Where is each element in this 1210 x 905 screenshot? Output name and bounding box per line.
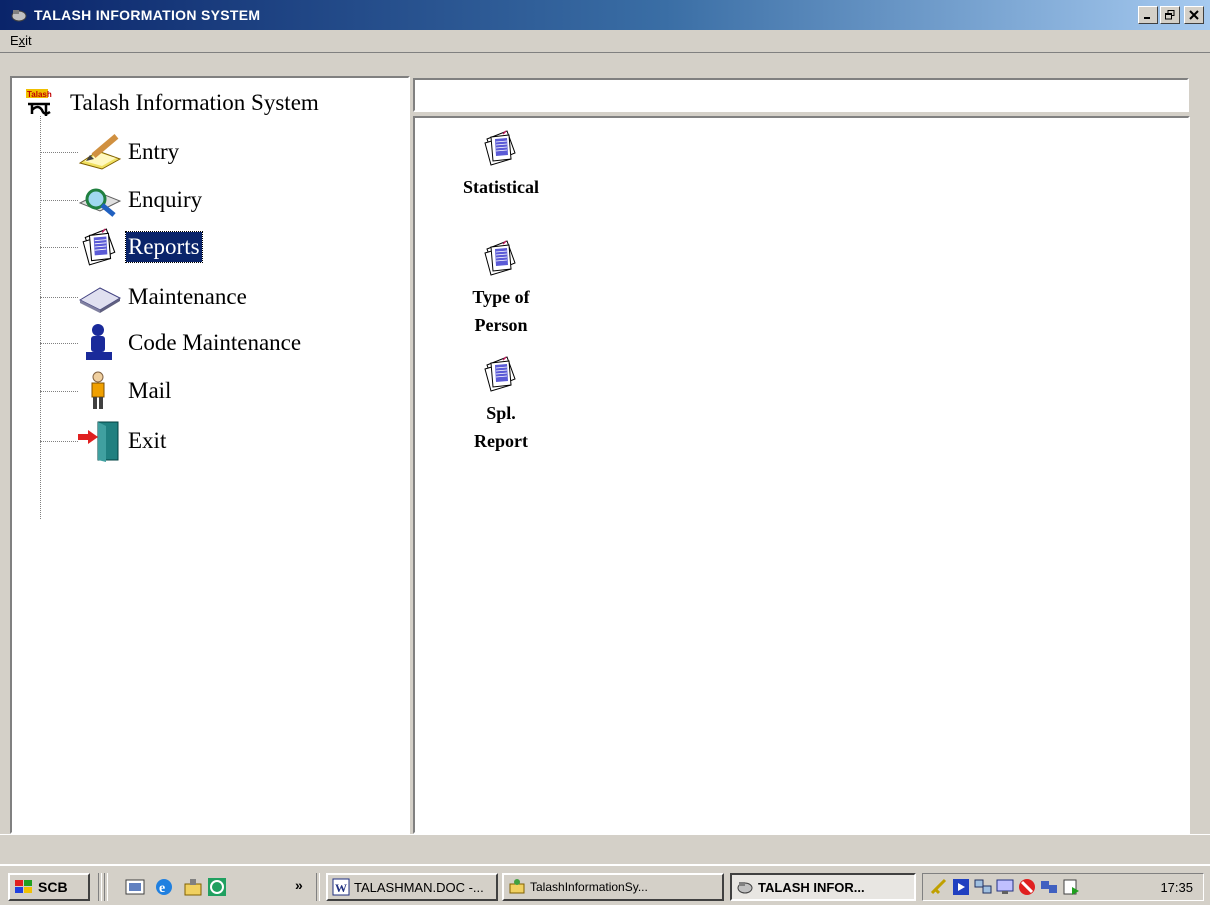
svg-text:W: W	[335, 881, 347, 895]
person-mailbox-icon	[91, 371, 105, 409]
tree-item-code-maintenance[interactable]: Code Maintenance	[40, 322, 303, 364]
menu-bar: Exit	[0, 30, 1210, 53]
tree-item-maintenance[interactable]: Maintenance	[40, 276, 249, 318]
monitor-icon[interactable]	[995, 877, 1015, 897]
taskbar-clock[interactable]: 17:35	[1160, 880, 1193, 895]
tree-root[interactable]: Talash Talash Information System	[24, 88, 319, 118]
restore-icon	[1165, 10, 1175, 20]
diamond-icon	[78, 287, 122, 313]
list-item-label: Type of Person	[472, 287, 530, 335]
window-controls	[1138, 6, 1204, 24]
app-icon	[737, 882, 753, 894]
app-icon	[11, 10, 27, 22]
maximize-button[interactable]	[1160, 6, 1180, 24]
taskbar: SCB e » W TALASHMAN.DOC -... TalashInfor…	[0, 864, 1210, 905]
desktop-icon[interactable]	[124, 876, 146, 898]
minimize-icon	[1144, 17, 1150, 19]
minimize-button[interactable]	[1138, 6, 1158, 24]
report-list-panel[interactable]: Statistical Type of Person Spl. Report	[413, 116, 1190, 834]
quicklaunch-more-chevron[interactable]: »	[295, 877, 303, 893]
title-bar[interactable]: TALASH INFORMATION SYSTEM	[0, 0, 1210, 30]
path-field[interactable]	[413, 78, 1189, 112]
ie-icon[interactable]: e	[153, 876, 175, 898]
magnifier-icon	[78, 188, 122, 217]
window-title: TALASH INFORMATION SYSTEM	[34, 7, 261, 23]
report-pages-icon	[484, 130, 516, 166]
task-button-talash-app[interactable]: TALASH INFOR...	[730, 873, 916, 901]
status-bar	[0, 834, 1210, 865]
tree-item-mail[interactable]: Mail	[40, 370, 173, 412]
tree-item-label: Mail	[128, 378, 172, 403]
tree-item-reports[interactable]: Reports	[40, 226, 203, 268]
start-button[interactable]: SCB	[8, 873, 90, 901]
pencil-notepad-icon	[78, 134, 122, 170]
report-pages-icon	[484, 356, 516, 392]
scheduler-icon[interactable]	[1061, 877, 1081, 897]
start-label: SCB	[38, 879, 68, 895]
folder-network-icon	[509, 879, 525, 894]
tree-item-label: Exit	[128, 428, 167, 453]
tree-item-label: Entry	[128, 139, 180, 164]
network-icon[interactable]	[973, 877, 993, 897]
list-item-spl-report[interactable]: Spl. Report	[451, 354, 551, 455]
power-icon[interactable]	[929, 877, 949, 897]
tree-item-label: Code Maintenance	[128, 330, 302, 355]
task-button-talashman-doc[interactable]: W TALASHMAN.DOC -...	[326, 873, 498, 901]
list-item-statistical[interactable]: Statistical	[451, 128, 551, 201]
list-item-label: Spl. Report	[474, 403, 528, 451]
tree-panel[interactable]: Talash Talash Information System Entry E…	[10, 76, 410, 834]
report-pages-icon	[484, 240, 516, 276]
start-logo-icon	[15, 880, 32, 893]
tree-item-label: Maintenance	[128, 284, 247, 309]
svg-text:Talash: Talash	[27, 90, 52, 99]
menu-exit[interactable]: Exit	[10, 33, 32, 48]
task-button-talash-folder[interactable]: TalashInformationSy...	[502, 873, 724, 901]
exit-door-icon	[78, 421, 119, 462]
tree-item-entry[interactable]: Entry	[40, 131, 181, 173]
list-item-type-of-person[interactable]: Type of Person	[451, 238, 551, 339]
report-pages-icon	[82, 228, 116, 266]
close-button[interactable]	[1184, 6, 1204, 24]
svg-text:e: e	[159, 881, 165, 896]
tree-item-enquiry[interactable]: Enquiry	[40, 179, 204, 221]
tree-item-exit[interactable]: Exit	[40, 420, 168, 462]
tree-item-label: Enquiry	[128, 187, 203, 212]
close-icon	[1189, 10, 1199, 20]
tree-root-label: Talash Information System	[70, 90, 319, 115]
folder-tree-icon[interactable]	[182, 876, 204, 898]
clock-app-icon[interactable]	[206, 876, 228, 898]
tree-item-label: Reports	[125, 231, 203, 263]
connection-icon[interactable]	[1039, 877, 1059, 897]
system-tray: 17:35	[922, 873, 1204, 901]
list-item-label: Statistical	[463, 177, 539, 197]
display-icon[interactable]	[951, 877, 971, 897]
antivirus-icon[interactable]	[1017, 877, 1037, 897]
user-stand-icon	[86, 324, 112, 360]
word-doc-icon: W	[332, 878, 350, 896]
talash-logo-icon: Talash	[26, 89, 52, 116]
